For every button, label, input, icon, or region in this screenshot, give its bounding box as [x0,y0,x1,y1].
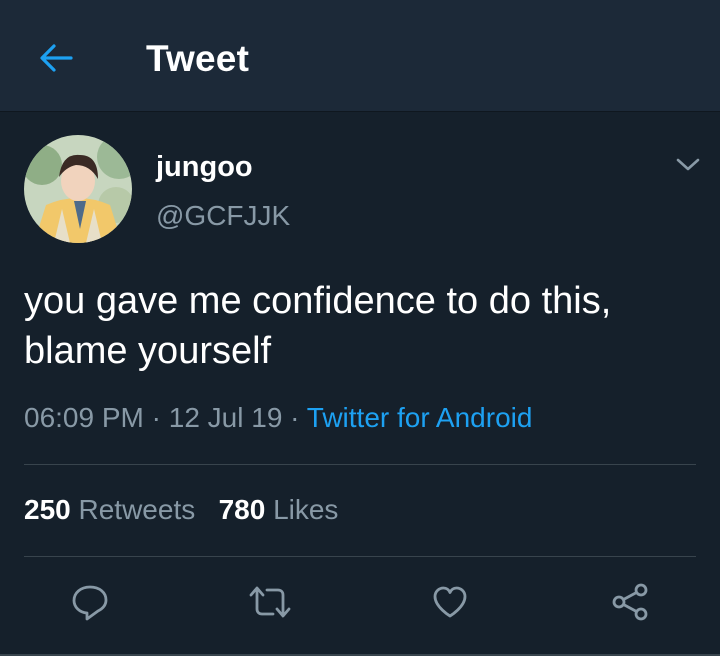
likes-count: 780 [218,494,266,525]
retweets-count: 250 [24,494,71,525]
like-button[interactable] [427,579,473,625]
avatar[interactable] [24,135,132,243]
share-icon [612,583,648,621]
tweet-metadata: 06:09 PM · 12 Jul 19 · Twitter for Andro… [24,402,532,434]
tweet-stats: 250 Retweets 780 Likes [24,494,338,526]
tweet-time: 06:09 PM [24,402,144,433]
tweet-text: you gave me confidence to do this, blame… [24,280,612,372]
arrow-left-icon [40,44,73,72]
tweet-source-link[interactable]: Twitter for Android [307,402,533,433]
tweet-options-button[interactable] [668,149,708,181]
top-app-bar: Tweet [0,0,720,112]
meta-separator: · [290,402,300,433]
likes-label: Likes [273,494,339,525]
retweets-stat[interactable]: 250 Retweets [24,494,195,525]
meta-separator: · [151,402,161,433]
divider [24,556,696,557]
back-button[interactable] [26,30,86,86]
tweet-date: 12 Jul 19 [168,402,283,433]
author-display-name[interactable]: jungoo [156,151,253,184]
tweet-action-bar [0,579,720,625]
heart-icon [433,586,467,618]
divider [24,464,696,465]
reply-button[interactable] [67,579,113,625]
retweet-icon [249,586,291,618]
likes-stat[interactable]: 780 Likes [219,494,339,525]
page-title: Tweet [146,38,250,79]
retweet-button[interactable] [247,579,293,625]
author-handle: @GCFJJK [156,200,291,231]
chevron-down-icon [676,158,700,171]
retweets-label: Retweets [78,494,196,525]
share-button[interactable] [607,579,653,625]
reply-icon [72,585,108,621]
